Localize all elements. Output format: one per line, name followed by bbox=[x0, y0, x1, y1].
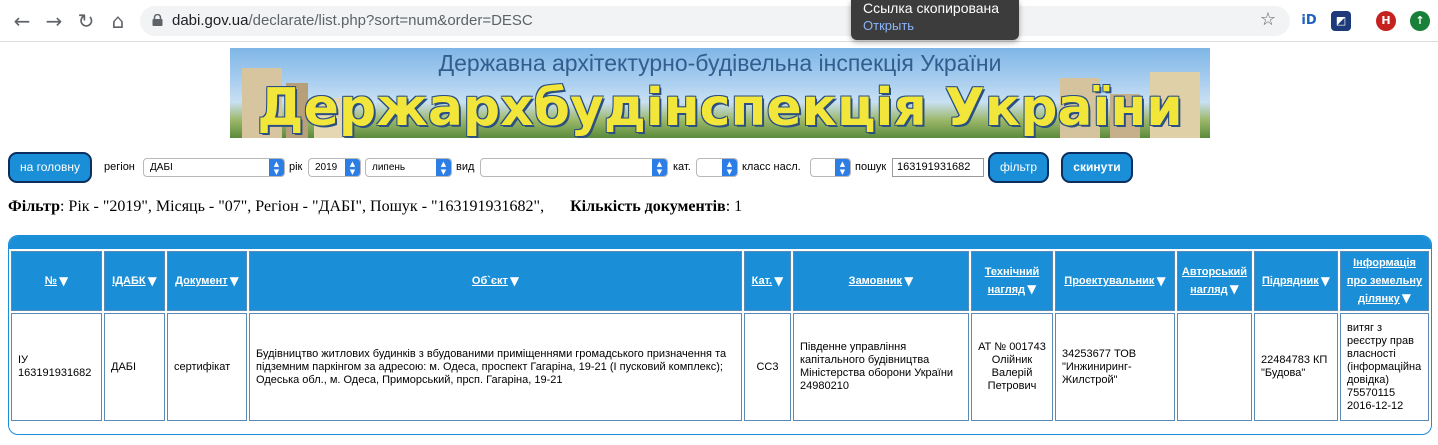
category-select[interactable]: ▲ ▼ bbox=[696, 158, 738, 177]
class-label: класс насл. bbox=[742, 161, 801, 173]
search-input[interactable]: 163191931682 bbox=[892, 158, 984, 177]
sort-down-icon: ▼ bbox=[229, 274, 239, 288]
cell-document: сертифікат bbox=[167, 313, 247, 421]
cell-customer: Південне управління капітального будівни… bbox=[793, 313, 969, 421]
extension-id-icon[interactable]: iD bbox=[1299, 11, 1319, 31]
back-icon[interactable]: ← bbox=[10, 9, 34, 33]
sort-down-icon: ▼ bbox=[59, 274, 69, 288]
cell-category: СС3 bbox=[744, 313, 791, 421]
reload-icon[interactable]: ↻ bbox=[74, 9, 98, 33]
sort-down-icon: ▼ bbox=[1401, 291, 1411, 305]
cell-idabk: ДАБІ bbox=[104, 313, 165, 421]
bookmark-star-icon[interactable]: ☆ bbox=[1260, 9, 1276, 30]
region-label: регіон bbox=[104, 161, 135, 173]
sort-down-icon: ▼ bbox=[1320, 274, 1331, 288]
cell-land-info: витяг з реєстру прав власності (інформац… bbox=[1340, 313, 1429, 421]
home-icon[interactable]: ⌂ bbox=[106, 9, 130, 33]
chevron-updown-icon: ▲ ▼ bbox=[652, 159, 667, 176]
browser-toolbar: ← → ↻ ⌂ dabi.gov.ua/declarate/list.php?s… bbox=[0, 0, 1438, 42]
chevron-updown-icon: ▲ ▼ bbox=[345, 159, 360, 176]
filter-summary: Фільтр: Рік - "2019", Місяць - "07", Рег… bbox=[8, 198, 743, 215]
url-text: dabi.gov.ua/declarate/list.php?sort=num&… bbox=[172, 12, 533, 29]
kind-label: вид bbox=[456, 161, 475, 173]
sort-down-icon: ▼ bbox=[774, 274, 784, 288]
home-button[interactable]: на головну bbox=[8, 152, 92, 183]
cell-contractor: 22484783 КП "Будова" bbox=[1254, 313, 1338, 421]
header-designer[interactable]: Проектувальник ▼ bbox=[1055, 251, 1175, 311]
chevron-updown-icon: ▲ ▼ bbox=[722, 159, 737, 176]
search-label: пошук bbox=[855, 161, 887, 173]
region-select[interactable]: ДАБІ ▲ ▼ bbox=[143, 158, 285, 177]
header-document[interactable]: Документ ▼ bbox=[167, 251, 247, 311]
chevron-updown-icon: ▲ ▼ bbox=[436, 159, 451, 176]
cell-tech-supervision: АТ № 001743 Олійник Валерій Петрович bbox=[971, 313, 1053, 421]
profile-avatar[interactable]: H bbox=[1376, 11, 1396, 31]
header-contractor[interactable]: Підрядник ▼ bbox=[1254, 251, 1338, 311]
header-customer[interactable]: Замовник ▼ bbox=[793, 251, 969, 311]
site-banner: Державна архітектурно-будівельна інспекц… bbox=[230, 48, 1210, 138]
year-select[interactable]: 2019 ▲ ▼ bbox=[308, 158, 361, 177]
address-bar[interactable]: dabi.gov.ua/declarate/list.php?sort=num&… bbox=[140, 6, 1290, 36]
sort-down-icon: ▼ bbox=[1027, 282, 1037, 296]
banner-subtitle: Державна архітектурно-будівельна інспекц… bbox=[438, 50, 1002, 76]
category-label: кат. bbox=[673, 161, 691, 173]
kind-select[interactable]: ▲ ▼ bbox=[480, 158, 668, 177]
sort-down-icon: ▼ bbox=[147, 274, 157, 288]
results-table: № ▼ ІДАБК ▼ Документ ▼ Об`єкт ▼ Кат. ▼ Замовн… bbox=[8, 235, 1432, 435]
sort-down-icon: ▼ bbox=[1156, 274, 1166, 288]
update-icon[interactable]: ↑ bbox=[1410, 11, 1430, 31]
reset-button[interactable]: скинути bbox=[1061, 152, 1133, 183]
cell-num: ІУ 163191931682 bbox=[11, 313, 102, 421]
header-author-supervision[interactable]: Авторський нагляд ▼ bbox=[1177, 251, 1252, 311]
header-category[interactable]: Кат. ▼ bbox=[744, 251, 791, 311]
toast-open-link[interactable]: Открыть bbox=[863, 18, 914, 33]
table-top-bar bbox=[9, 236, 1431, 249]
forward-icon[interactable]: → bbox=[42, 9, 66, 33]
chevron-updown-icon: ▲ ▼ bbox=[835, 159, 850, 176]
document-count: : 1 bbox=[725, 198, 743, 215]
cell-author-supervision bbox=[1177, 313, 1252, 421]
sort-down-icon: ▼ bbox=[1229, 282, 1239, 296]
cell-object: Будівництво житлових будинків з вбудован… bbox=[249, 313, 742, 421]
month-select[interactable]: липень ▲ ▼ bbox=[365, 158, 452, 177]
filter-button[interactable]: фільтр bbox=[988, 152, 1049, 183]
year-label: рік bbox=[289, 161, 303, 173]
lock-icon bbox=[152, 14, 163, 26]
header-land-info[interactable]: Інформація про земельну ділянку ▼ bbox=[1340, 251, 1429, 311]
sort-down-icon: ▼ bbox=[904, 274, 914, 288]
banner-title: Держархбудінспекція України bbox=[257, 78, 1183, 138]
sort-down-icon: ▼ bbox=[509, 274, 520, 288]
header-tech-supervision[interactable]: Технічний нагляд ▼ bbox=[971, 251, 1053, 311]
chevron-updown-icon: ▲ ▼ bbox=[269, 159, 284, 176]
cell-designer: 34253677 ТОВ "Инжиниринг-Жилстрой" bbox=[1055, 313, 1175, 421]
header-idabk[interactable]: ІДАБК ▼ bbox=[104, 251, 165, 311]
extension-badge-icon[interactable]: ◩ bbox=[1331, 11, 1351, 31]
link-copied-toast: Ссылка скопирована Открыть bbox=[851, 0, 1019, 40]
header-object[interactable]: Об`єкт ▼ bbox=[249, 251, 742, 311]
class-select[interactable]: ▲ ▼ bbox=[810, 158, 851, 177]
header-num[interactable]: № ▼ bbox=[11, 251, 102, 311]
toast-title: Ссылка скопирована bbox=[863, 0, 1000, 16]
